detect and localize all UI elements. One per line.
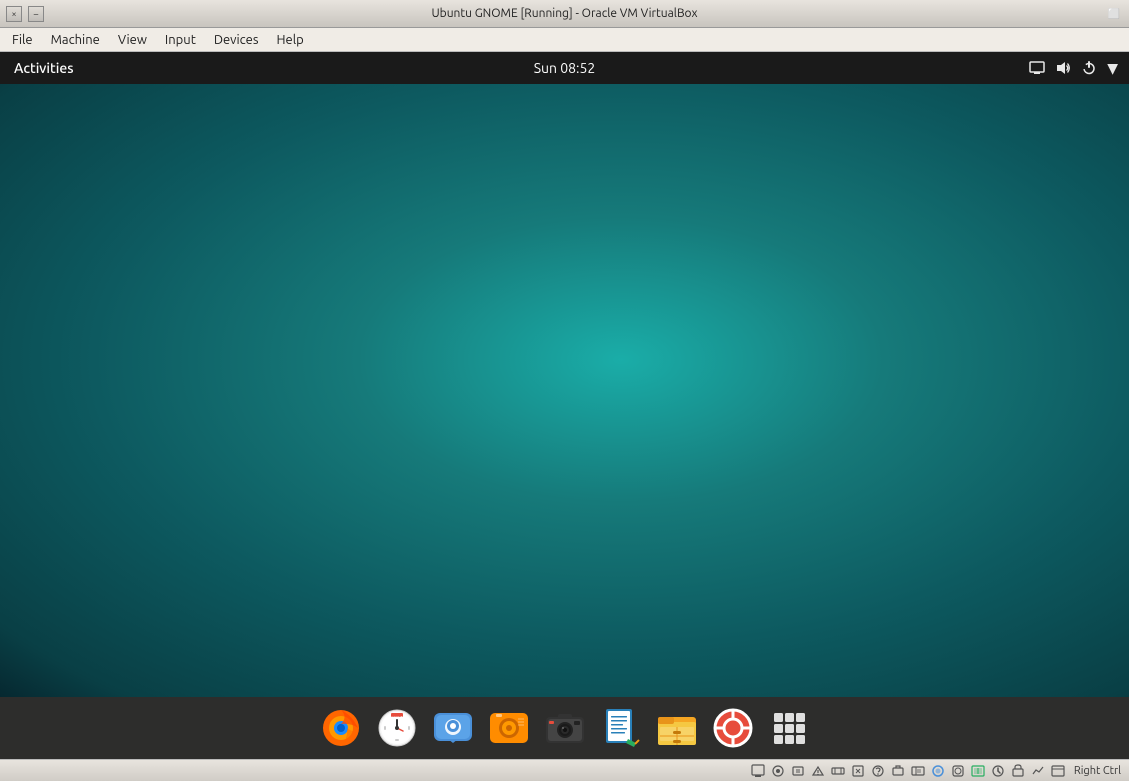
status-icon-14[interactable] [1010, 763, 1026, 779]
sound-tray-icon[interactable] [1052, 58, 1074, 78]
title-bar-right: ⬜ [1105, 5, 1123, 23]
window-title: Ubuntu GNOME [Running] - Oracle VM Virtu… [431, 7, 697, 20]
status-icon-7[interactable] [870, 763, 886, 779]
clock-display[interactable]: Sun 08:52 [534, 60, 596, 76]
dock-rhythmbox[interactable] [483, 702, 535, 754]
dock-files[interactable] [651, 702, 703, 754]
gnome-topbar: Activities Sun 08:52 [0, 52, 1129, 84]
svg-text:GNOME: GNOME [391, 715, 402, 719]
dock-writer[interactable] [595, 702, 647, 754]
desktop-container: Activities Sun 08:52 [0, 52, 1129, 759]
status-icon-2[interactable] [770, 763, 786, 779]
status-icon-9[interactable] [910, 763, 926, 779]
status-icon-6[interactable] [850, 763, 866, 779]
menu-view[interactable]: View [110, 31, 155, 49]
status-icon-16[interactable] [1050, 763, 1066, 779]
screen-tray-icon[interactable] [1026, 58, 1048, 78]
menu-devices[interactable]: Devices [206, 31, 267, 49]
right-ctrl-label: Right Ctrl [1074, 765, 1121, 777]
menu-help[interactable]: Help [269, 31, 312, 49]
menu-input[interactable]: Input [157, 31, 204, 49]
status-icon-8[interactable] [890, 763, 906, 779]
vbox-statusbar: Right Ctrl [0, 759, 1129, 781]
close-button[interactable]: × [6, 6, 22, 22]
menu-bar: File Machine View Input Devices Help [0, 28, 1129, 52]
maximize-button[interactable]: ⬜ [1105, 5, 1123, 23]
title-bar: × – Ubuntu GNOME [Running] - Oracle VM V… [0, 0, 1129, 28]
status-icon-1[interactable] [750, 763, 766, 779]
virtualbox-window: × – Ubuntu GNOME [Running] - Oracle VM V… [0, 0, 1129, 781]
power-tray-icon[interactable] [1078, 58, 1100, 78]
system-tray: ▼ [1026, 58, 1121, 79]
menu-file[interactable]: File [4, 31, 41, 49]
status-icon-12[interactable] [970, 763, 986, 779]
status-icon-5[interactable] [830, 763, 846, 779]
status-icon-3[interactable] [790, 763, 806, 779]
dock-camera[interactable] [539, 702, 591, 754]
status-icon-10[interactable] [930, 763, 946, 779]
dock-app-grid[interactable] [763, 702, 815, 754]
status-icon-13[interactable] [990, 763, 1006, 779]
dock-help[interactable] [707, 702, 759, 754]
status-icon-15[interactable] [1030, 763, 1046, 779]
activities-button[interactable]: Activities [8, 58, 80, 78]
dock-empathy[interactable] [427, 702, 479, 754]
menu-machine[interactable]: Machine [43, 31, 108, 49]
dock-firefox[interactable] [315, 702, 367, 754]
dock-clock[interactable]: GNOME [371, 702, 423, 754]
tray-dropdown-icon[interactable]: ▼ [1104, 58, 1121, 79]
status-icon-11[interactable] [950, 763, 966, 779]
title-bar-controls: × – [6, 6, 44, 22]
taskbar-dock: GNOME [0, 697, 1129, 759]
status-icon-4[interactable] [810, 763, 826, 779]
minimize-button[interactable]: – [28, 6, 44, 22]
desktop-background[interactable] [0, 84, 1129, 697]
